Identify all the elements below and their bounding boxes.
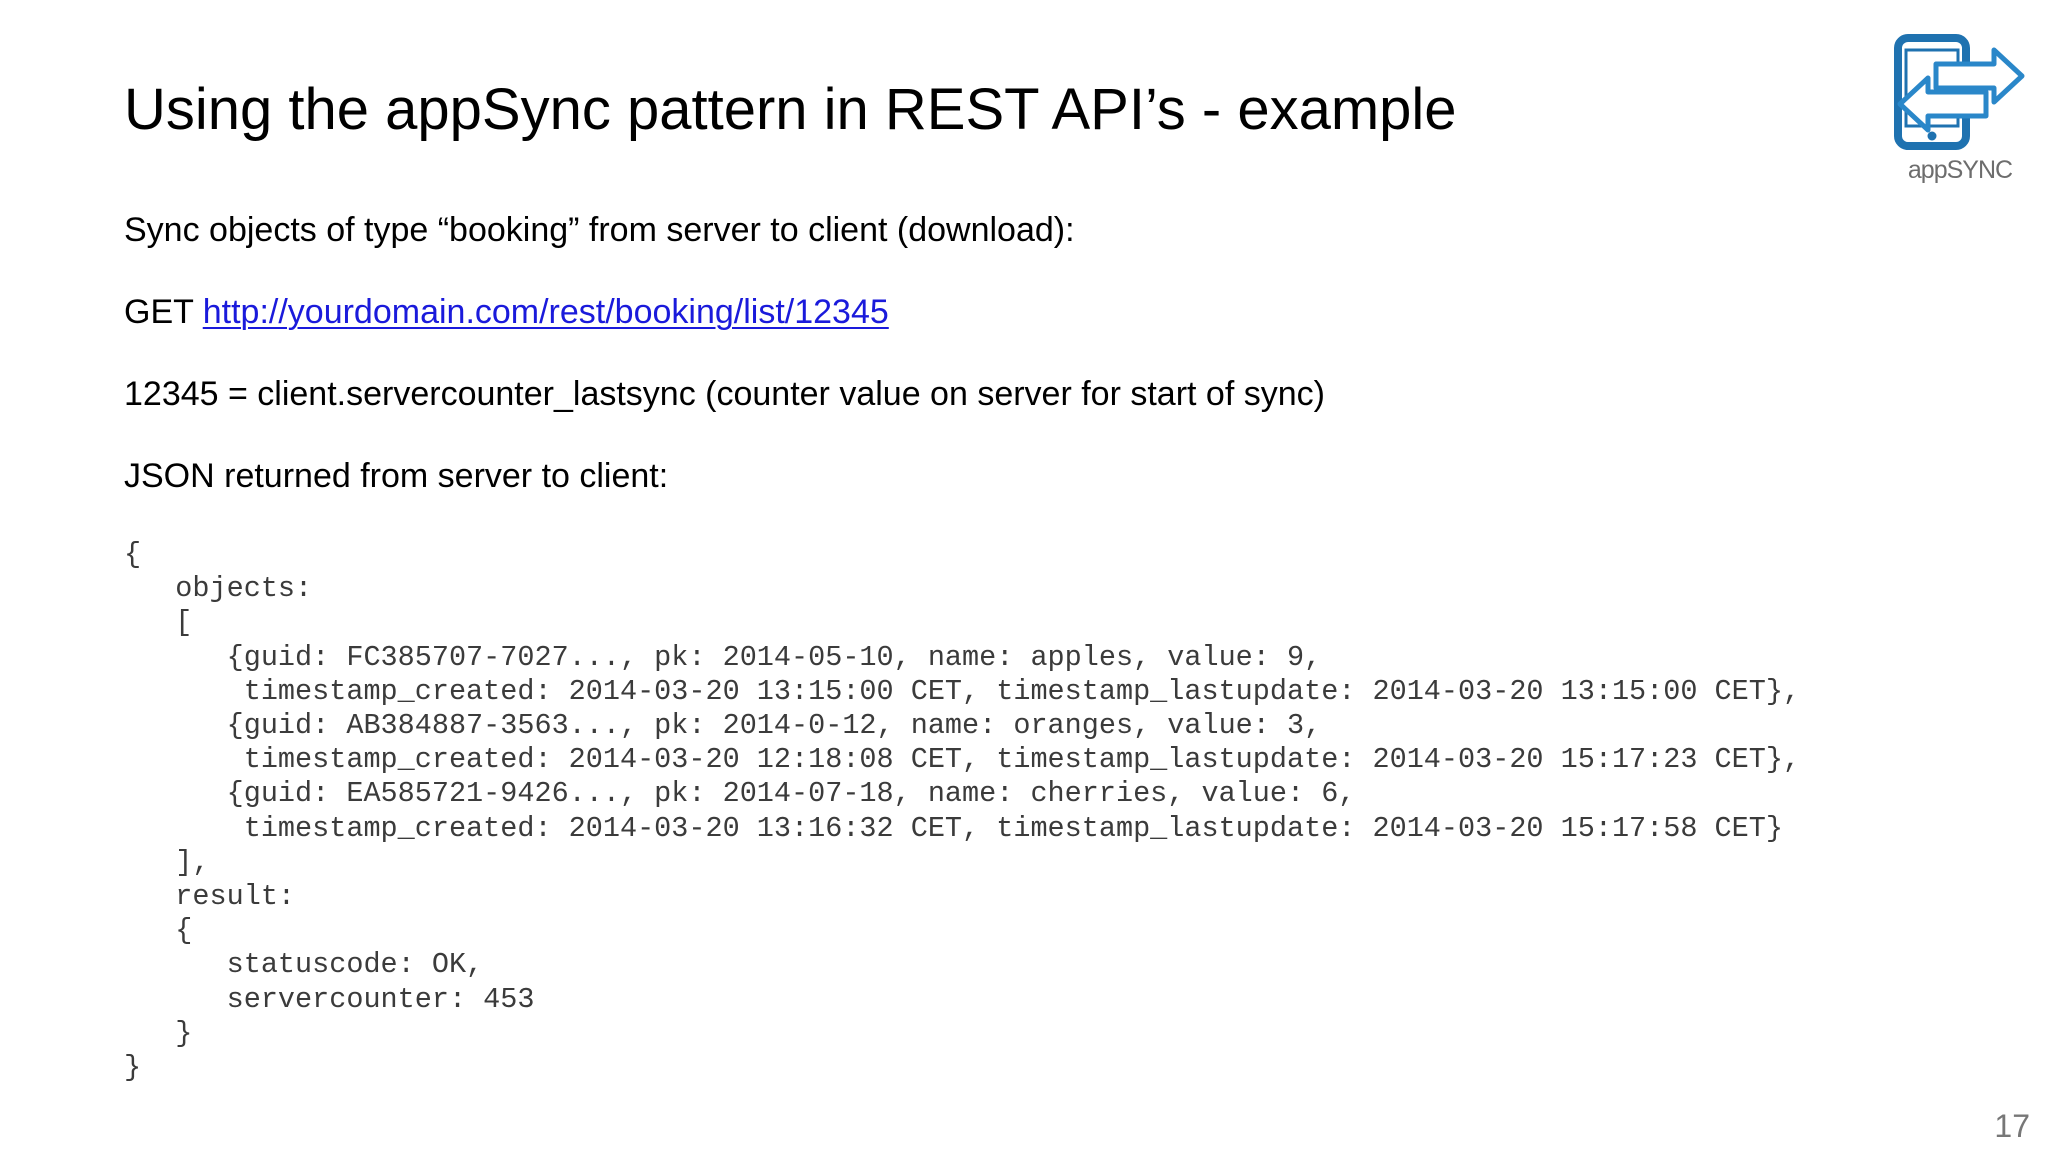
slide-title: Using the appSync pattern in REST API’s … bbox=[124, 77, 1457, 142]
code-line: ], bbox=[124, 845, 210, 879]
http-method: GET bbox=[124, 293, 194, 331]
json-code-block: { objects: [ {guid: FC385707-7027..., pk… bbox=[124, 538, 1800, 1085]
json-heading: JSON returned from server to client: bbox=[124, 457, 669, 495]
request-line: GET http://yourdomain.com/rest/booking/l… bbox=[124, 290, 889, 334]
code-line: {guid: EA585721-9426..., pk: 2014-07-18,… bbox=[124, 777, 1356, 811]
page-number: 17 bbox=[1994, 1108, 2030, 1144]
logo-label: appSYNC bbox=[1907, 156, 2013, 184]
code-line: { bbox=[124, 538, 142, 571]
code-line: timestamp_created: 2014-03-20 12:18:08 C… bbox=[124, 743, 1801, 777]
request-url-link[interactable]: http://yourdomain.com/rest/booking/list/… bbox=[203, 293, 889, 331]
code-line: statuscode: OK, bbox=[124, 948, 484, 982]
code-line: [ bbox=[124, 606, 193, 640]
code-line: result: bbox=[124, 880, 296, 914]
intro-text: Sync objects of type “booking” from serv… bbox=[124, 211, 1075, 249]
code-line: } bbox=[124, 1051, 142, 1085]
slide: Using the appSync pattern in REST API’s … bbox=[0, 0, 2048, 1152]
code-line: servercounter: 453 bbox=[124, 982, 535, 1016]
code-line: } bbox=[124, 1016, 193, 1050]
code-line: objects: bbox=[124, 572, 313, 606]
code-line: {guid: AB384887-3563..., pk: 2014-0-12, … bbox=[124, 709, 1322, 743]
code-line: {guid: FC385707-7027..., pk: 2014-05-10,… bbox=[124, 640, 1322, 674]
code-line: { bbox=[124, 914, 193, 948]
code-line: timestamp_created: 2014-03-20 13:15:00 C… bbox=[124, 674, 1801, 708]
explanation-text: 12345 = client.servercounter_lastsync (c… bbox=[124, 375, 1325, 413]
code-line: timestamp_created: 2014-03-20 13:16:32 C… bbox=[124, 811, 1783, 845]
